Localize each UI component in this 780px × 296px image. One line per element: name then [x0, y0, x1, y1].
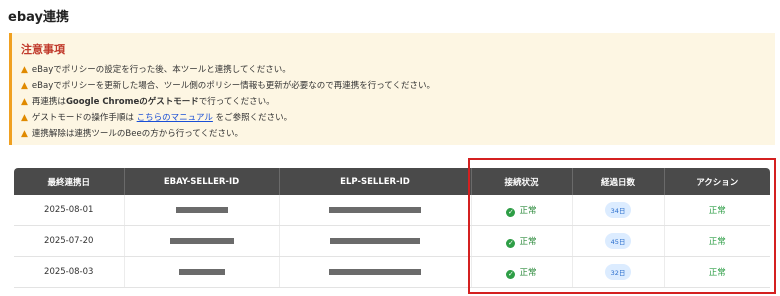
table-row: 2025-07-20 ✓ 正常 45日 正常: [14, 225, 770, 257]
elapsed-days-cell: 45日: [572, 225, 665, 257]
action-cell: 正常: [664, 225, 770, 257]
notice-text: 連携解除は連携ツールのBeeの方から行ってください。: [31, 129, 244, 139]
action-text[interactable]: 正常: [709, 206, 726, 216]
manual-link[interactable]: こちらのマニュアル: [137, 113, 213, 123]
check-circle-icon: ✓: [506, 207, 516, 217]
notice-line: ▲ eBayでポリシーの設定を行った後、本ツールと連携してください。: [21, 62, 775, 78]
status-cell: ✓ 正常: [471, 195, 573, 226]
days-badge: 45日: [604, 233, 632, 249]
action-text[interactable]: 正常: [709, 237, 726, 247]
notice-heading: 注意事項: [21, 43, 65, 56]
warning-icon: ▲: [21, 129, 28, 139]
status-text: 正常: [519, 236, 537, 247]
elp-seller-id-redacted: [279, 256, 472, 288]
check-circle-icon: ✓: [506, 269, 516, 279]
sync-table-container: 最終連携日 EBAY-SELLER-ID ELP-SELLER-ID 接続状況 …: [14, 168, 770, 288]
ebay-seller-id-redacted: [124, 225, 280, 257]
status-text: 正常: [519, 267, 537, 278]
notice-bold-text: Google Chromeのゲストモード: [65, 97, 199, 107]
sync-date: 2025-08-01: [14, 195, 125, 226]
status-cell: ✓ 正常: [471, 256, 573, 288]
elapsed-days-cell: 32日: [572, 256, 665, 288]
table-header-row: 最終連携日 EBAY-SELLER-ID ELP-SELLER-ID 接続状況 …: [14, 168, 770, 195]
ebay-seller-id-redacted: [124, 256, 280, 288]
warning-icon: ▲: [21, 97, 28, 107]
ebay-seller-id-redacted: [124, 195, 280, 226]
notice-text: 再連携は: [31, 97, 66, 107]
check-circle-icon: ✓: [506, 238, 516, 248]
elp-seller-id-redacted: [279, 225, 472, 257]
table-row: 2025-08-01 ✓ 正常 34日 正常: [14, 195, 770, 226]
notice-line: ▲ 再連携はGoogle Chromeのゲストモードで行ってください。: [21, 94, 775, 110]
header-status: 接続状況: [471, 168, 573, 195]
header-elapsed-days: 経過日数: [572, 168, 665, 195]
sync-date: 2025-08-03: [14, 256, 125, 288]
elapsed-days-cell: 34日: [572, 195, 665, 226]
header-ebay-seller-id: EBAY-SELLER-ID: [124, 168, 280, 195]
action-cell: 正常: [664, 195, 770, 226]
action-text[interactable]: 正常: [709, 268, 726, 278]
notice-line: ▲ ゲストモードの操作手順は こちらのマニュアル をご参照ください。: [21, 110, 775, 126]
days-badge: 32日: [604, 264, 632, 280]
notice-box: 注意事項 ▲ eBayでポリシーの設定を行った後、本ツールと連携してください。 ▲…: [9, 33, 775, 145]
notice-line: ▲ eBayでポリシーを更新した場合、ツール側のポリシー情報も更新が必要なので再連…: [21, 78, 775, 94]
warning-icon: ▲: [21, 81, 28, 91]
page-title: ebay連携: [8, 10, 69, 25]
header-last-sync: 最終連携日: [14, 168, 125, 195]
warning-icon: ▲: [21, 113, 28, 123]
warning-icon: ▲: [21, 65, 28, 75]
status-cell: ✓ 正常: [471, 225, 573, 257]
notice-text: eBayでポリシーを更新した場合、ツール側のポリシー情報も更新が必要なので再連携…: [31, 81, 436, 91]
notice-text: で行ってください。: [198, 97, 275, 107]
notice-text: をご参照ください。: [215, 113, 293, 123]
sync-table: 最終連携日 EBAY-SELLER-ID ELP-SELLER-ID 接続状況 …: [14, 168, 770, 288]
days-badge: 34日: [604, 202, 632, 218]
sync-date: 2025-07-20: [14, 225, 125, 257]
table-row: 2025-08-03 ✓ 正常 32日 正常: [14, 256, 770, 288]
status-text: 正常: [519, 205, 537, 216]
elp-seller-id-redacted: [279, 195, 472, 226]
notice-text: ゲストモードの操作手順は: [31, 113, 134, 123]
header-action: アクション: [664, 168, 770, 195]
notice-line: ▲ 連携解除は連携ツールのBeeの方から行ってください。: [21, 126, 775, 142]
notice-text: eBayでポリシーの設定を行った後、本ツールと連携してください。: [31, 65, 291, 75]
action-cell: 正常: [664, 256, 770, 288]
header-elp-seller-id: ELP-SELLER-ID: [279, 168, 472, 195]
